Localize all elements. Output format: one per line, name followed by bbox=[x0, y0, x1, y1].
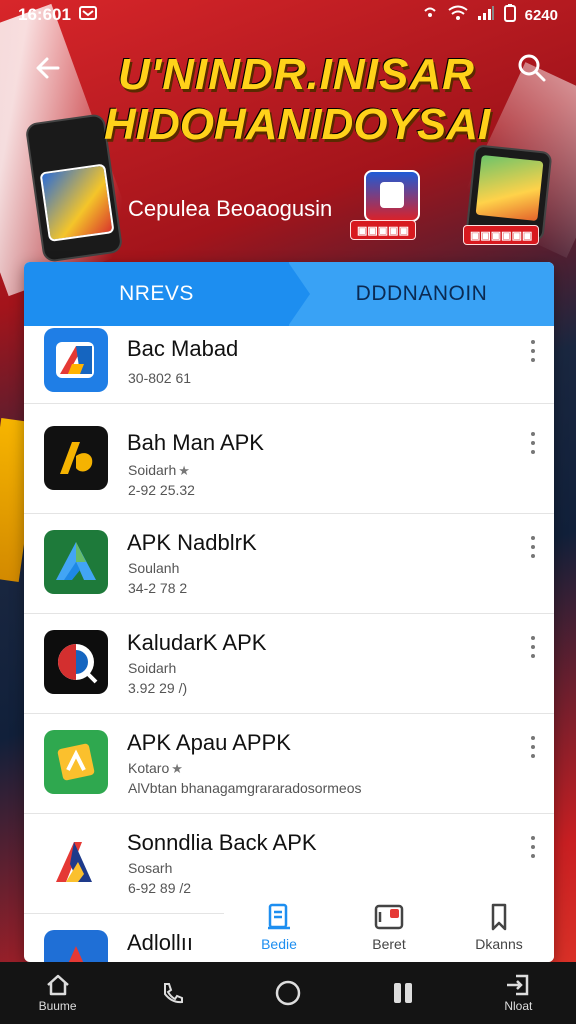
search-icon bbox=[518, 54, 546, 82]
list-item[interactable]: Bah Man APK Soidarh ★ 2-92 25.32 bbox=[24, 408, 554, 514]
star-icon: ★ bbox=[178, 463, 190, 478]
app-icon bbox=[44, 328, 108, 392]
more-options-button[interactable] bbox=[526, 736, 540, 758]
app-list-card: NREVS DDDNANOIN Bac Mabad 30-802 61 Bah … bbox=[24, 262, 554, 962]
circle-home-icon bbox=[275, 980, 301, 1006]
app-name: APK NadblrK bbox=[127, 530, 257, 555]
app-name: Bah Man APK bbox=[127, 430, 264, 455]
app-icon bbox=[44, 426, 108, 490]
more-options-button[interactable] bbox=[526, 340, 540, 362]
app-icon bbox=[44, 830, 108, 894]
tab-news[interactable]: NREVS bbox=[24, 262, 289, 326]
app-list: Bac Mabad 30-802 61 Bah Man APK Soidarh ★… bbox=[24, 326, 554, 962]
list-item[interactable]: APK NadblrK Soulanh 34-2 78 2 bbox=[24, 514, 554, 614]
nav-phone-button[interactable] bbox=[133, 964, 213, 1022]
banner-subtitle: Cepulea Beoaogusin bbox=[128, 196, 333, 221]
nav-label: Dkanns bbox=[475, 936, 523, 952]
nav-item-bedie[interactable]: Bedie bbox=[224, 892, 334, 962]
nav-item-beret[interactable]: Beret bbox=[334, 892, 444, 962]
pause-icon bbox=[394, 983, 413, 1003]
battery-level: 6240 bbox=[524, 6, 558, 24]
app-name: Adlollıı bbox=[127, 930, 194, 955]
banner-title: U'NINDR.INISAR bbox=[118, 50, 475, 99]
app-icon bbox=[44, 530, 108, 594]
nav-label: Beret bbox=[372, 936, 406, 952]
nav-home-button[interactable]: Buume bbox=[18, 964, 98, 1022]
nav-label: Nloat bbox=[504, 999, 533, 1013]
app-icon bbox=[44, 730, 108, 794]
battery-icon bbox=[503, 3, 517, 27]
app-meta: 30-802 61 bbox=[128, 370, 192, 386]
app-developer: Sosarh bbox=[128, 860, 173, 876]
app-developer: Kotaro ★ bbox=[128, 760, 183, 776]
app-name: Sonndlia Back APK bbox=[127, 830, 317, 855]
list-item[interactable]: APK Apau APPK Kotaro ★ AlVbtan bhanagamgr… bbox=[24, 714, 554, 814]
home-icon bbox=[46, 974, 69, 996]
status-bar: 16:601 6240 bbox=[0, 0, 576, 30]
app-description: AlVbtan bhanagamgrararadosormeos bbox=[128, 780, 362, 796]
tab-bar: NREVS DDDNANOIN bbox=[24, 262, 554, 326]
nav-center-button[interactable] bbox=[248, 964, 328, 1022]
document-icon bbox=[268, 903, 290, 930]
nav-label: Buume bbox=[38, 999, 77, 1013]
search-button[interactable] bbox=[510, 46, 554, 90]
app-meta: 6-92 89 /2 bbox=[128, 880, 192, 896]
promo-badge: ▣▣▣▣▣▣ bbox=[463, 225, 540, 245]
back-button[interactable] bbox=[26, 46, 70, 90]
app-icon bbox=[44, 930, 108, 962]
more-options-button[interactable] bbox=[526, 536, 540, 558]
star-icon: ★ bbox=[171, 761, 183, 776]
list-item[interactable]: Bac Mabad 30-802 61 bbox=[24, 322, 554, 404]
tab-arrow-indicator bbox=[288, 262, 310, 326]
app-card-illustration bbox=[364, 170, 420, 222]
more-options-button[interactable] bbox=[526, 836, 540, 858]
status-time: 16:601 bbox=[18, 5, 71, 24]
promo-badge: ▣▣▣▣▣ bbox=[350, 220, 416, 240]
app-developer: Soulanh bbox=[128, 560, 180, 576]
list-item[interactable]: KaludarK APK Soidarh 3.92 29 /) bbox=[24, 614, 554, 714]
phone-icon bbox=[163, 983, 183, 1004]
nav-item-dkanns[interactable]: Dkanns bbox=[444, 892, 554, 962]
app-window-icon bbox=[374, 904, 404, 930]
app-meta: 34-2 78 2 bbox=[128, 580, 188, 596]
app-icon bbox=[44, 630, 108, 694]
card-bottom-nav: Bedie Beret Dkanns bbox=[224, 892, 554, 962]
login-icon bbox=[507, 974, 529, 996]
notification-icon bbox=[78, 5, 97, 26]
bookmark-icon bbox=[491, 903, 507, 931]
tab-download[interactable]: DDDNANOIN bbox=[289, 262, 554, 326]
more-options-button[interactable] bbox=[526, 432, 540, 454]
app-meta: 3.92 29 /) bbox=[128, 680, 188, 696]
signal-icon bbox=[477, 5, 495, 26]
arrow-left-icon bbox=[36, 57, 60, 79]
nav-label: Bedie bbox=[261, 936, 297, 952]
app-developer: Soidarh ★ bbox=[128, 462, 190, 478]
banner-title-line2: HIDOHANIDOYSAI bbox=[104, 100, 491, 149]
wifi-icon bbox=[447, 5, 469, 26]
nav-recents-button[interactable] bbox=[363, 964, 443, 1022]
more-options-button[interactable] bbox=[526, 636, 540, 658]
app-name: APK Apau APPK bbox=[127, 730, 291, 755]
nav-login-button[interactable]: Nloat bbox=[478, 964, 558, 1022]
app-name: Bac Mabad bbox=[127, 336, 239, 361]
app-name: KaludarK APK bbox=[127, 630, 267, 655]
system-nav-bar: Buume Nloat bbox=[0, 962, 576, 1024]
app-developer: Soidarh bbox=[128, 660, 177, 676]
app-meta: 2-92 25.32 bbox=[128, 482, 195, 498]
hotspot-icon bbox=[421, 5, 439, 26]
